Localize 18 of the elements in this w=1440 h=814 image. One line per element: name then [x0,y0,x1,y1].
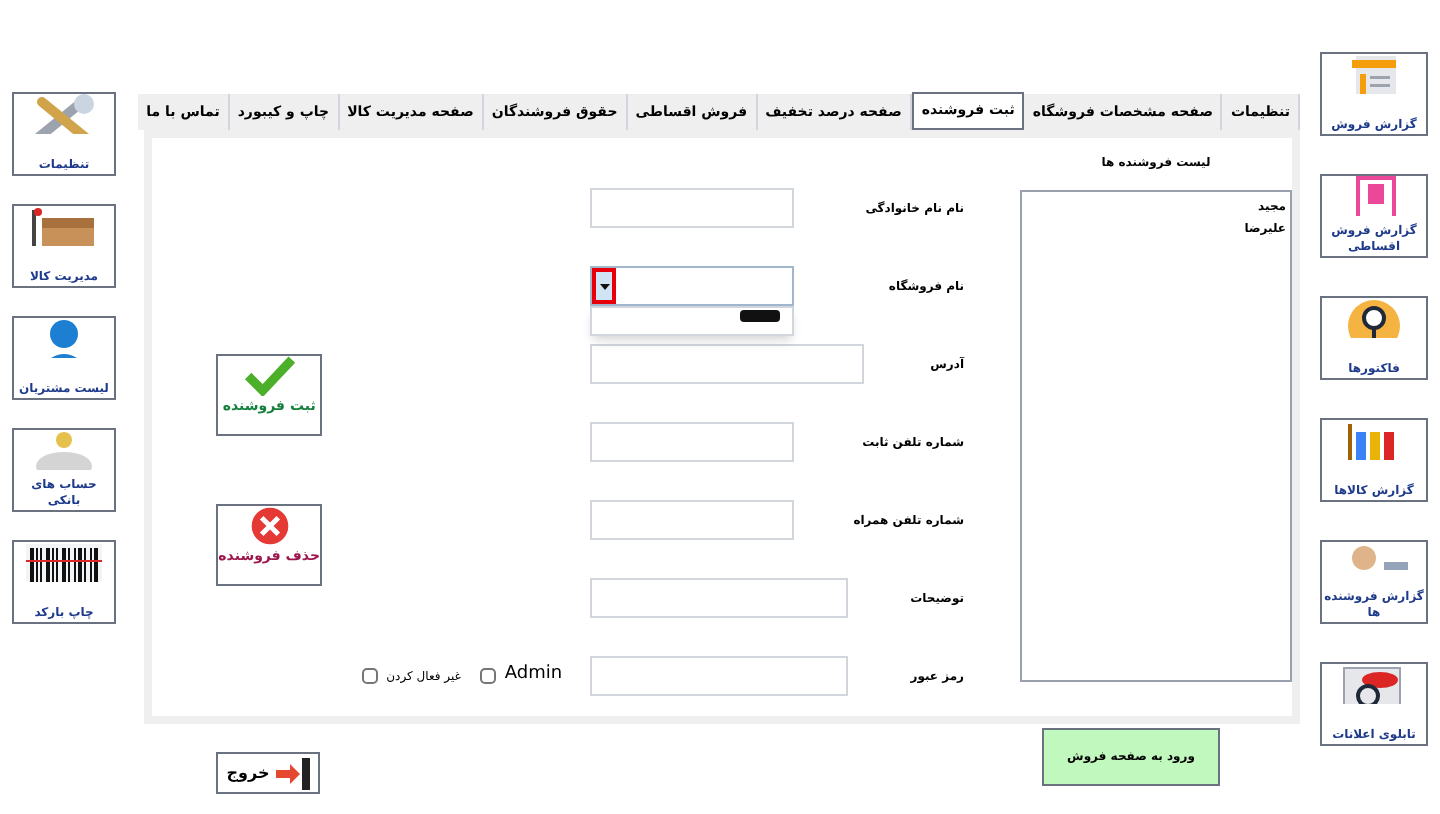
exit-door-icon [273,757,310,789]
close-icon [247,506,292,546]
barcode-icon [24,542,104,582]
dropdown-button[interactable] [592,268,617,304]
checkbox-label: Admin [504,662,563,689]
text-field[interactable] [590,344,865,384]
text-field[interactable] [590,188,795,228]
password-field[interactable] [590,656,849,696]
redaction-mark [740,310,781,322]
check-icon [241,356,298,396]
text-field[interactable] [590,422,795,462]
store-combobox[interactable] [590,266,795,306]
caret-icon [599,283,610,289]
text-field[interactable] [590,500,795,540]
checkbox[interactable] [480,668,497,684]
text-field[interactable] [590,578,849,618]
checkbox[interactable] [362,668,379,684]
exit-button[interactable]: خروج [216,752,320,794]
